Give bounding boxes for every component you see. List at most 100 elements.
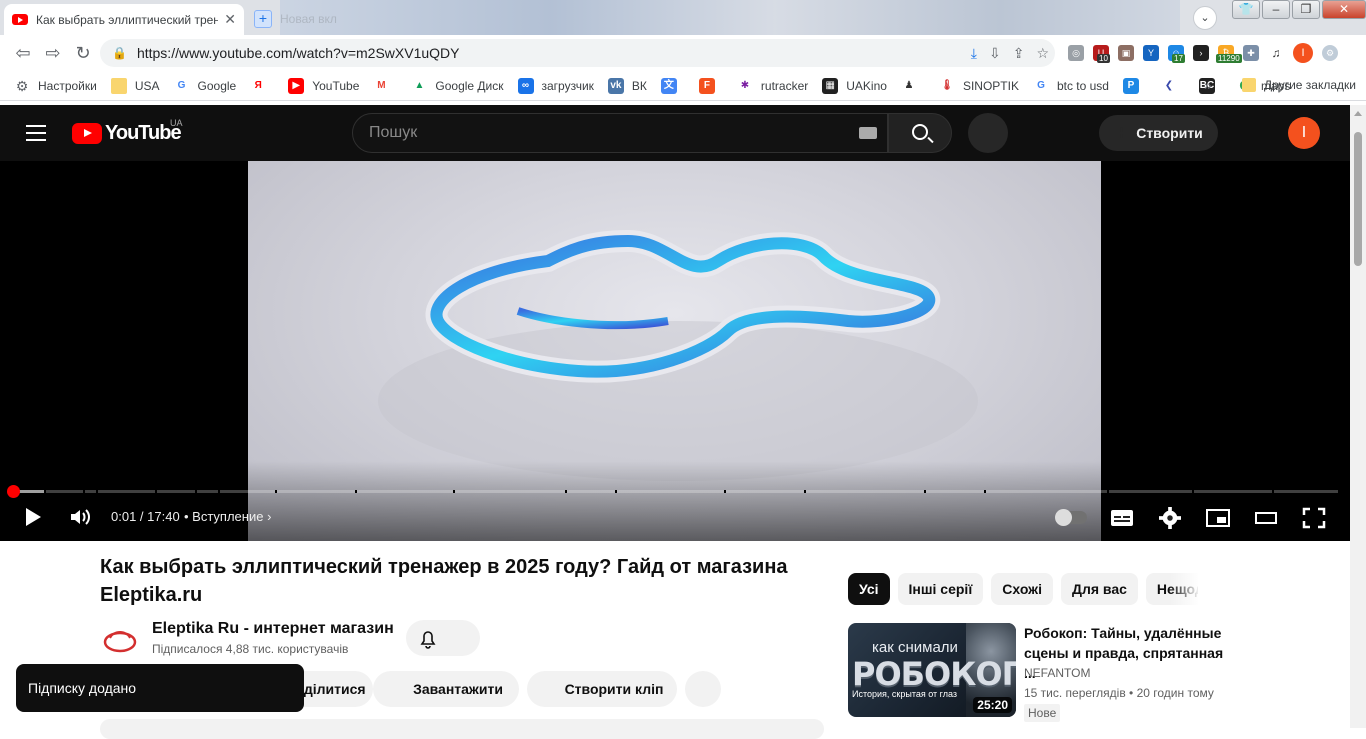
bitcoin-extension-icon[interactable]: ₿ 11290 [1216,45,1242,63]
player-controls: 0:01 / 17:40 • Вступление › [0,501,1350,533]
search-box[interactable] [352,113,888,153]
tab-search-icon[interactable]: ⌄ [1193,6,1217,30]
download-button[interactable]: Завантажити [373,671,519,707]
profile-avatar[interactable]: I [1293,43,1313,63]
translate-icon: 文 [660,77,677,94]
tab-new[interactable]: + Новая вкл [250,8,450,30]
tab-close-icon[interactable]: ✕ [224,11,236,28]
shirt-icon[interactable]: 👕 [1232,0,1260,19]
chapter-title[interactable]: • Вступление › [184,509,271,524]
volume-icon[interactable] [70,509,92,525]
scrollbar-thumb[interactable] [1354,132,1362,266]
address-bar[interactable]: 🔒 https://www.youtube.com/watch?v=m2SwXV… [100,39,1055,67]
chip-for-you[interactable]: Для вас [1061,573,1138,605]
bookmark-item[interactable]: 文 [660,77,685,94]
share-icon[interactable]: ⇪ [1013,45,1025,62]
account-avatar[interactable]: I [1288,117,1320,149]
tab-active[interactable]: Как выбрать эллиптический трен ✕ [4,4,244,35]
bookmark-item[interactable]: ▲ Google Диск [411,77,504,94]
recommendation-channel[interactable]: NEFANTOM [1024,666,1090,680]
bookmark-item[interactable]: G Google [173,77,236,94]
autoplay-toggle[interactable] [1055,509,1087,526]
browser-menu-icon[interactable]: ⚙ [1322,45,1338,61]
keyboard-icon[interactable] [859,127,877,139]
more-actions-button[interactable] [685,671,721,707]
bookmark-star-icon[interactable]: ☆ [1036,45,1049,62]
yandex-icon: Я [250,77,267,94]
bookmark-item[interactable]: vk ВК [607,77,647,94]
bookmark-item[interactable]: USA [110,77,160,94]
bookmark-item[interactable]: F [698,77,723,94]
install-icon[interactable]: ⤓ [971,45,977,62]
subtitles-icon[interactable] [1110,507,1134,529]
back-icon[interactable]: ⇦ [8,43,38,64]
search-button[interactable] [888,113,952,153]
terminal-extension-icon[interactable]: › [1193,45,1209,61]
chip-similar[interactable]: Схожі [991,573,1053,605]
page-scrollbar[interactable] [1350,105,1366,728]
y-extension-icon[interactable]: Y [1143,45,1159,61]
notifications-bell-button[interactable] [406,620,480,656]
progress-scrubber[interactable] [7,485,20,498]
chapter-divider [218,490,220,493]
youtube-play-icon [72,123,102,144]
recommendation-meta: 15 тис. переглядів • 20 годин тому [1024,686,1214,700]
menu-icon[interactable] [26,125,46,141]
bookmark-item[interactable]: ♟ [900,77,925,94]
minimize-icon[interactable]: – [1262,0,1290,19]
video-player[interactable]: 0:01 / 17:40 • Вступление › [0,161,1350,541]
uakino-icon: ▦ [822,77,839,94]
miniplayer-icon[interactable] [1206,507,1230,529]
window-close-icon[interactable]: ✕ [1322,0,1366,19]
maximize-icon[interactable]: ❐ [1292,0,1320,19]
channel-name[interactable]: Eleptika Ru - интернет магазин [152,620,394,638]
other-bookmarks[interactable]: Другие закладки [1242,78,1356,92]
url-text[interactable]: https://www.youtube.com/watch?v=m2SwXV1u… [137,45,460,61]
play-icon[interactable] [26,508,41,526]
description-box[interactable] [100,719,824,739]
ublock-extension-icon[interactable]: U 10 [1093,45,1110,63]
bookmark-item[interactable]: ∞ загрузчик [517,77,594,94]
chapter-divider [355,490,357,493]
reload-icon[interactable]: ↻ [68,43,98,64]
create-button[interactable]: Створити [1099,115,1218,151]
fullscreen-icon[interactable] [1302,507,1326,529]
globe-extension-icon[interactable]: ◎ [1068,45,1084,61]
chip-other-series[interactable]: Інші серії [897,573,984,605]
channel-avatar[interactable] [100,620,140,660]
youtube-logo[interactable]: YouTube UA [72,118,183,145]
progress-bar[interactable] [12,490,1338,493]
create-clip-button[interactable]: Створити кліп [527,671,677,707]
puzzle-extensions-icon[interactable]: ✚ [1243,45,1259,61]
theater-mode-icon[interactable] [1254,507,1278,529]
bookmark-item[interactable]: ▦ UAKino [822,77,887,94]
download-icon[interactable]: ⇩ [989,45,1001,62]
p-icon: P [1122,77,1139,94]
recommendation-thumbnail[interactable]: как снимали РОБОКОП История, скрытая от … [848,623,1016,717]
briefcase-extension-icon[interactable]: ▣ [1118,45,1134,61]
bookmark-item[interactable]: P [1122,77,1147,94]
forward-icon[interactable]: ⇨ [38,43,68,64]
bookmark-item[interactable]: Gbtc to usd [1032,77,1109,94]
chip-all[interactable]: Усі [848,573,890,605]
people-extension-icon[interactable]: ☺ 17 [1168,45,1185,63]
bookmarks-overflow-icon[interactable]: » [1204,77,1212,93]
search-input[interactable] [369,124,839,142]
bookmark-item[interactable]: Я [250,77,274,94]
vk-icon: vk [607,77,624,94]
bookmark-item[interactable]: ❮ [1160,77,1185,94]
bookmark-item[interactable]: 🌡 SINOPTIK [938,77,1019,94]
bookmark-item[interactable]: ✱ rutracker [736,77,808,94]
bookmark-item[interactable]: ▶ YouTube [288,77,359,94]
scroll-up-icon[interactable] [1354,111,1362,116]
settings-gear-icon[interactable] [1158,507,1182,529]
gear-icon: ⚙ [14,77,30,94]
thumbnail-title: РОБОКОП [852,655,1016,693]
voice-search-button[interactable] [968,113,1008,153]
subscriber-count: Підписалося 4,88 тис. користувачів [152,642,349,656]
bookmark-item[interactable]: M [373,77,397,94]
lock-icon[interactable]: 🔒 [112,46,127,60]
time-display: 0:01 / 17:40 [111,509,180,524]
bookmark-item[interactable]: ⚙ Настройки [14,77,97,94]
media-control-icon[interactable]: ♫ [1268,45,1284,61]
